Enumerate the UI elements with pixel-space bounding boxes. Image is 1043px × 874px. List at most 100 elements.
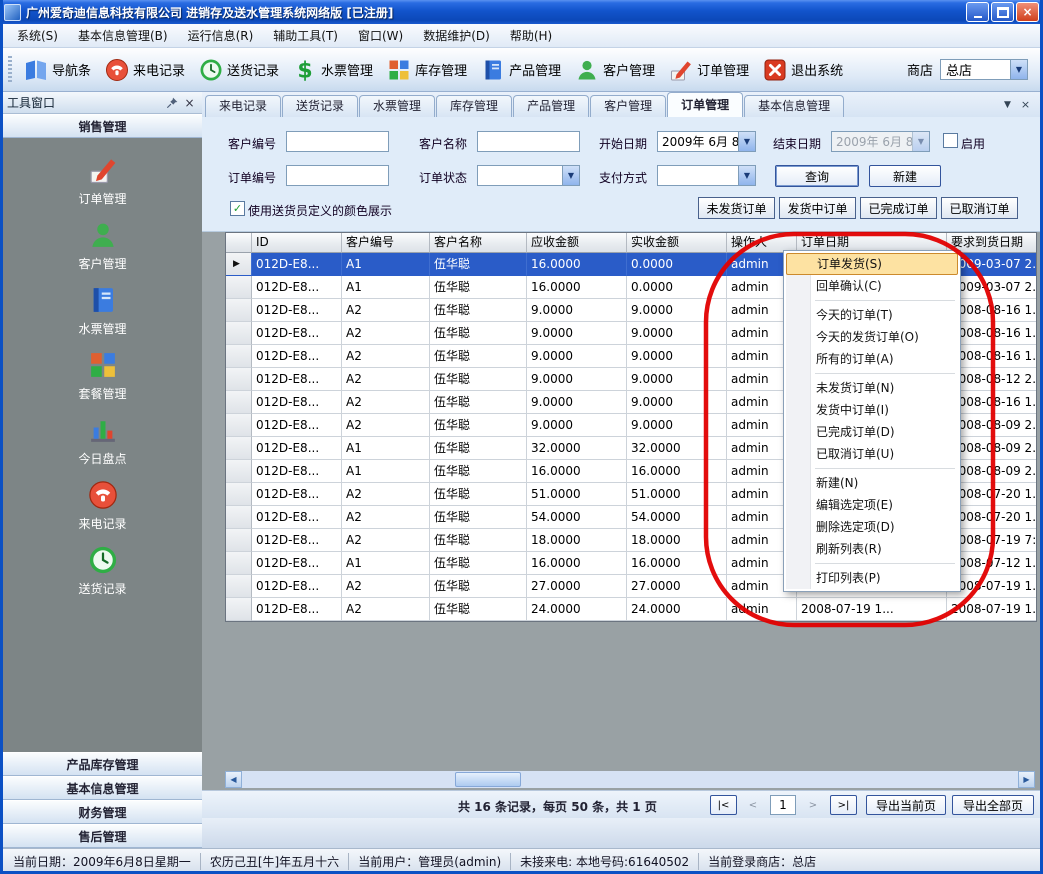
row-selector[interactable] (226, 598, 252, 621)
toolbar-button-clock[interactable]: 送货记录 (192, 54, 286, 86)
sidebar-tool-person[interactable]: 客户管理 (3, 220, 202, 272)
sidebar-tool-grid[interactable]: 套餐管理 (3, 350, 202, 402)
status-filter-button[interactable]: 已取消订单 (941, 197, 1018, 219)
toolbar-button-nav-book[interactable]: 导航条 (17, 54, 98, 86)
sidebar-tool-pencil[interactable]: 订单管理 (3, 155, 202, 207)
context-menu-item[interactable]: 已完成订单(D) (786, 421, 958, 443)
row-selector[interactable] (226, 276, 252, 299)
status-filter-button[interactable]: 已完成订单 (860, 197, 937, 219)
context-menu-item[interactable]: 新建(N) (786, 472, 958, 494)
tab[interactable]: 订单管理 (667, 92, 743, 117)
menu-item[interactable]: 系统(S) (7, 24, 68, 47)
scrollbar-thumb[interactable] (455, 772, 521, 787)
close-button[interactable]: × (1016, 2, 1039, 22)
sidebar-tool-chart[interactable]: 今日盘点 (3, 415, 202, 467)
row-selector[interactable]: ▶ (226, 253, 252, 276)
context-menu-item[interactable]: 发货中订单(I) (786, 399, 958, 421)
scrollbar-track[interactable] (242, 771, 1018, 788)
last-page-button[interactable]: >| (830, 795, 857, 815)
row-selector[interactable] (226, 483, 252, 506)
row-selector[interactable] (226, 322, 252, 345)
context-menu-item[interactable]: 未发货订单(N) (786, 377, 958, 399)
context-menu-item[interactable]: 回单确认(C) (786, 275, 958, 297)
row-selector[interactable] (226, 552, 252, 575)
scroll-left-icon[interactable]: ◀ (225, 771, 242, 788)
export-current-page-button[interactable]: 导出当前页 (866, 795, 946, 815)
context-menu-item[interactable]: 今天的发货订单(O) (786, 326, 958, 348)
sidebar-group[interactable]: 售后管理 (3, 824, 202, 848)
toolbar-button-grid[interactable]: 库存管理 (380, 54, 474, 86)
row-selector[interactable] (226, 437, 252, 460)
customer-no-input[interactable] (286, 131, 389, 152)
context-menu-item[interactable]: 订单发货(S) (786, 253, 958, 275)
sidebar-group[interactable]: 财务管理 (3, 800, 202, 824)
status-filter-button[interactable]: 发货中订单 (779, 197, 856, 219)
tab[interactable]: 客户管理 (590, 95, 666, 117)
toolbar-button-person[interactable]: 客户管理 (568, 54, 662, 86)
column-header[interactable]: 客户名称 (430, 233, 527, 253)
tab[interactable]: 水票管理 (359, 95, 435, 117)
enable-checkbox[interactable] (943, 133, 958, 148)
sidebar-group[interactable]: 基本信息管理 (3, 776, 202, 800)
table-row[interactable]: 012D-E8...A2伍华聪24.000024.0000admin2008-0… (226, 598, 1037, 621)
row-selector[interactable] (226, 345, 252, 368)
toolbar-button-product-book[interactable]: 产品管理 (474, 54, 568, 86)
tool-window-close-button[interactable]: × (181, 95, 198, 111)
sidebar-tool-product-book[interactable]: 水票管理 (3, 285, 202, 337)
minimize-button[interactable] (966, 2, 989, 22)
start-date-picker[interactable]: 2009年 6月 8日 ▼ (657, 131, 756, 152)
row-selector[interactable] (226, 299, 252, 322)
toolbar-button-dollar[interactable]: $水票管理 (286, 54, 380, 86)
row-selector[interactable] (226, 529, 252, 552)
sidebar-tool-clock[interactable]: 送货记录 (3, 545, 202, 597)
row-selector[interactable] (226, 460, 252, 483)
sidebar-group-sales[interactable]: 销售管理 (3, 114, 202, 138)
tab[interactable]: 来电记录 (205, 95, 281, 117)
row-selector[interactable] (226, 575, 252, 598)
context-menu-item[interactable]: 刷新列表(R) (786, 538, 958, 560)
store-select[interactable]: 总店 ▼ (940, 59, 1028, 80)
menu-item[interactable]: 数据维护(D) (413, 24, 500, 47)
column-header[interactable]: 应收金额 (527, 233, 627, 253)
status-filter-button[interactable]: 未发货订单 (698, 197, 775, 219)
end-date-picker[interactable]: 2009年 6月 8日 ▼ (831, 131, 930, 152)
context-menu-item[interactable]: 删除选定项(D) (786, 516, 958, 538)
column-header[interactable]: ID (252, 233, 342, 253)
context-menu-item[interactable]: 所有的订单(A) (786, 348, 958, 370)
pay-method-select[interactable]: ▼ (657, 165, 756, 186)
sidebar-tool-phone[interactable]: 来电记录 (3, 480, 202, 532)
row-selector[interactable] (226, 414, 252, 437)
menu-item[interactable]: 辅助工具(T) (263, 24, 348, 47)
horizontal-scrollbar[interactable]: ◀ ▶ (225, 771, 1035, 788)
column-header[interactable]: 客户编号 (342, 233, 430, 253)
page-number-input[interactable] (770, 795, 796, 815)
customer-name-input[interactable] (477, 131, 580, 152)
first-page-button[interactable]: |< (710, 795, 737, 815)
tab[interactable]: 产品管理 (513, 95, 589, 117)
query-button[interactable]: 查询 (775, 165, 859, 187)
pin-button[interactable] (164, 95, 181, 111)
toolbar-button-pencil[interactable]: 订单管理 (662, 54, 756, 86)
order-no-input[interactable] (286, 165, 389, 186)
tab[interactable]: 送货记录 (282, 95, 358, 117)
prev-page-button[interactable]: < (742, 795, 764, 815)
scroll-right-icon[interactable]: ▶ (1018, 771, 1035, 788)
row-selector[interactable] (226, 506, 252, 529)
context-menu-item[interactable]: 已取消订单(U) (786, 443, 958, 465)
context-menu-item[interactable]: 编辑选定项(E) (786, 494, 958, 516)
toolbar-button-exit[interactable]: 退出系统 (756, 54, 850, 86)
menu-item[interactable]: 窗口(W) (348, 24, 413, 47)
order-status-select[interactable]: ▼ (477, 165, 580, 186)
column-header[interactable]: 实收金额 (627, 233, 727, 253)
toolbar-button-phone[interactable]: 来电记录 (98, 54, 192, 86)
menu-item[interactable]: 帮助(H) (500, 24, 562, 47)
toolbar-grip[interactable] (8, 56, 12, 84)
tab[interactable]: 库存管理 (436, 95, 512, 117)
menu-item[interactable]: 运行信息(R) (178, 24, 264, 47)
row-selector[interactable] (226, 391, 252, 414)
next-page-button[interactable]: > (802, 795, 824, 815)
context-menu-item[interactable]: 今天的订单(T) (786, 304, 958, 326)
tab-list-dropdown-icon[interactable]: ▼ (1000, 97, 1015, 112)
tab-close-icon[interactable]: × (1018, 97, 1033, 112)
context-menu-item[interactable]: 打印列表(P) (786, 567, 958, 589)
